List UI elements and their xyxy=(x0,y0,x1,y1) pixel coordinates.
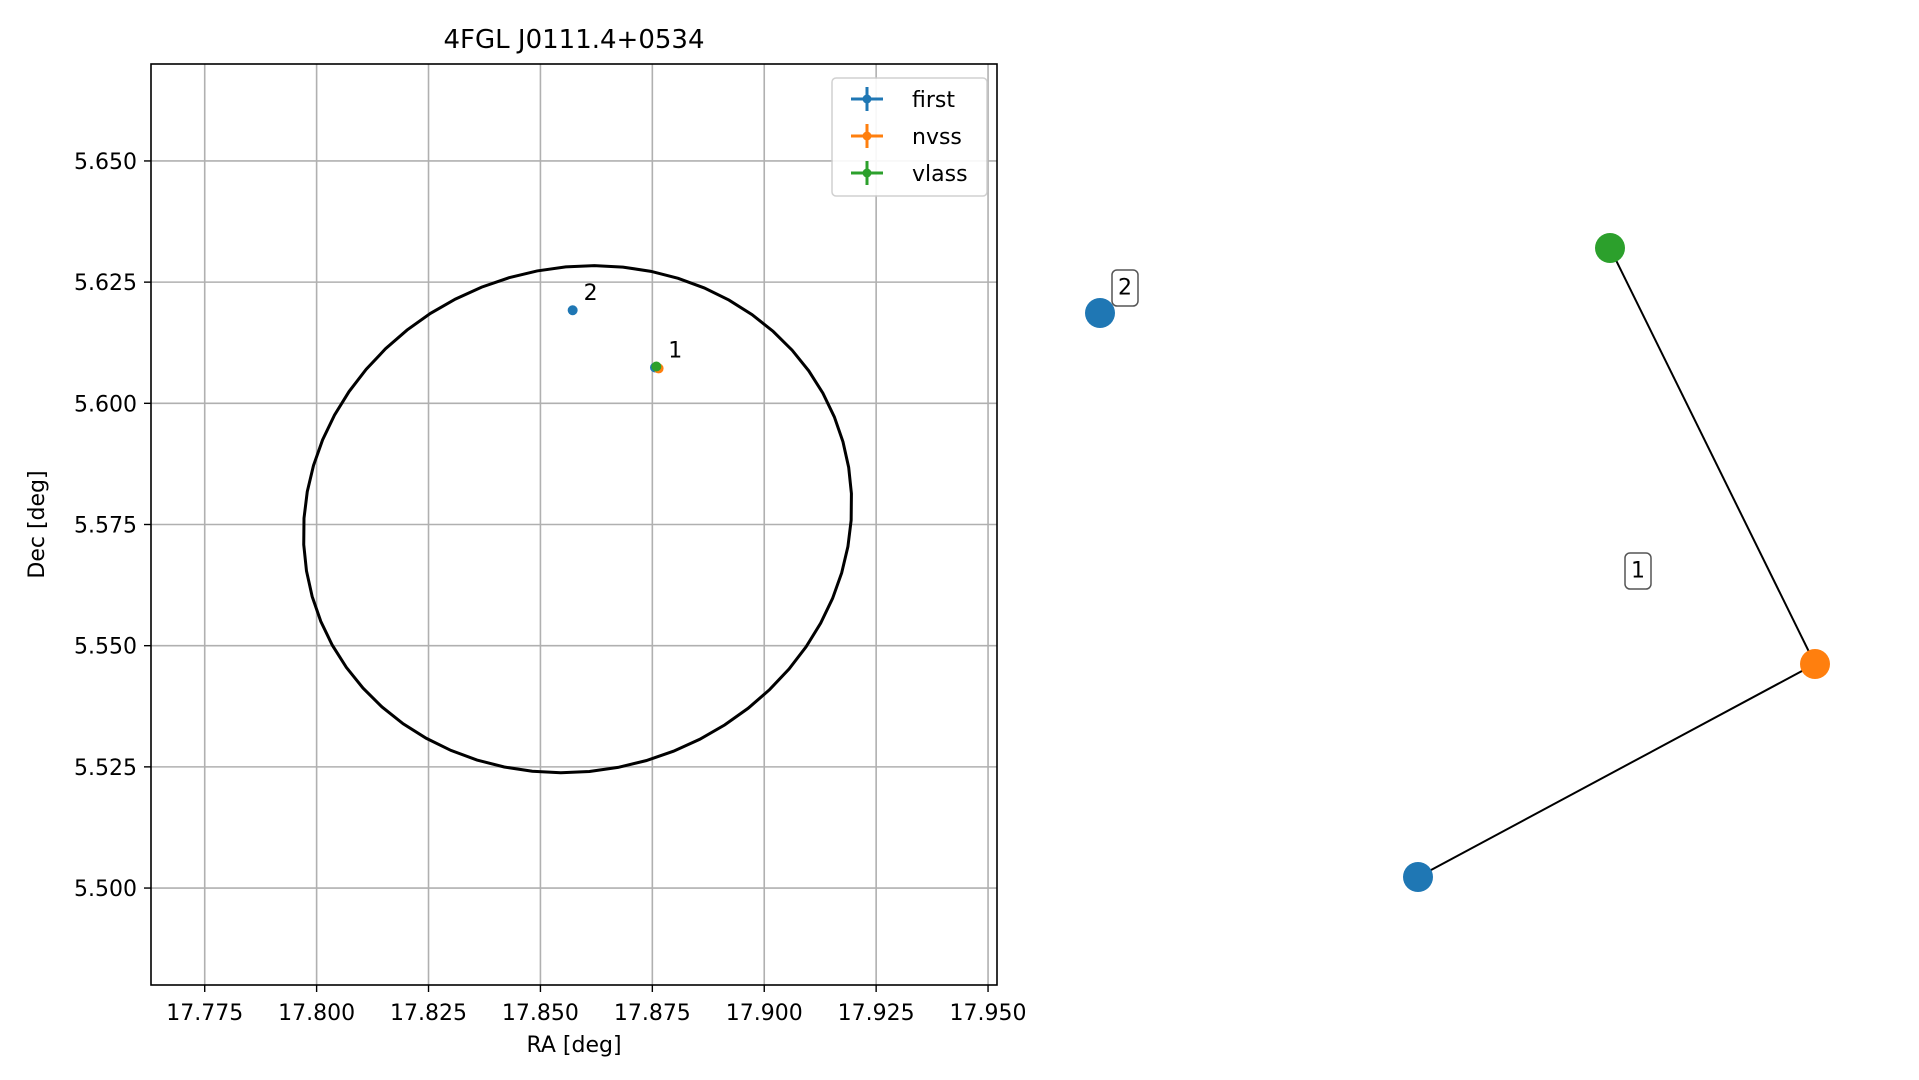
legend-marker-nvss xyxy=(862,131,872,141)
x-axis-label: RA [deg] xyxy=(526,1033,621,1058)
x-tick-label: 17.900 xyxy=(726,1001,803,1026)
network-node-n1-nvss xyxy=(1800,649,1830,679)
x-tick-label: 17.825 xyxy=(390,1001,467,1026)
x-tick-label: 17.775 xyxy=(166,1001,243,1026)
legend-label-nvss: nvss xyxy=(912,125,962,150)
legend-label-first: first xyxy=(912,88,955,113)
group-label: 1 xyxy=(1631,559,1645,584)
y-tick-label: 5.550 xyxy=(74,635,137,660)
point-annotation: 2 xyxy=(584,281,598,306)
y-tick-label: 5.575 xyxy=(74,514,137,539)
network-node-n1-first xyxy=(1403,862,1433,892)
figure: 4FGL J0111.4+0534 2 1 17.775 17.800 17.825 1… xyxy=(0,0,1919,1080)
chart-title: 4FGL J0111.4+0534 xyxy=(444,25,705,55)
x-tick-label: 17.850 xyxy=(502,1001,579,1026)
legend-marker-first xyxy=(862,94,872,104)
point-first xyxy=(567,305,578,316)
network-node-n2-first xyxy=(1085,298,1115,328)
legend-marker-vlass xyxy=(862,168,872,178)
legend-label-vlass: vlass xyxy=(912,162,968,187)
x-tick-label: 17.800 xyxy=(278,1001,355,1026)
y-tick-label: 5.525 xyxy=(74,756,137,781)
x-tick-label: 17.950 xyxy=(950,1001,1027,1026)
point-vlass xyxy=(651,361,662,372)
x-tick-label: 17.925 xyxy=(838,1001,915,1026)
legend: first nvss vlass xyxy=(831,77,988,197)
point-annotation: 1 xyxy=(668,338,682,363)
y-tick-label: 5.625 xyxy=(74,271,137,296)
network-node-n1-vlass xyxy=(1595,233,1625,263)
x-tick-label: 17.875 xyxy=(614,1001,691,1026)
y-tick-label: 5.600 xyxy=(74,392,137,417)
group-label: 2 xyxy=(1118,276,1132,301)
y-tick-label: 5.500 xyxy=(74,877,137,902)
y-tick-label: 5.650 xyxy=(74,150,137,175)
y-axis-label: Dec [deg] xyxy=(25,470,50,578)
